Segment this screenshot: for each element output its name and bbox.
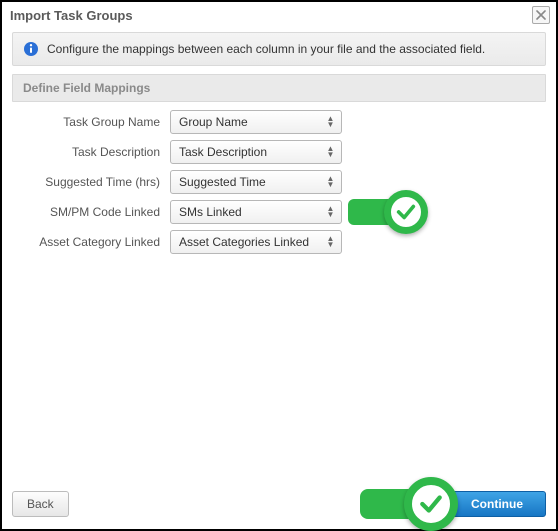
updown-icon: ▲▼ (325, 111, 336, 133)
updown-icon: ▲▼ (325, 141, 336, 163)
field-row-smpm-code-linked: SM/PM Code Linked SMs Linked ▲▼ (12, 200, 546, 224)
field-row-task-group-name: Task Group Name Group Name ▲▼ (12, 110, 546, 134)
check-icon (395, 201, 417, 223)
section-header: Define Field Mappings (12, 74, 546, 102)
field-row-asset-category-linked: Asset Category Linked Asset Categories L… (12, 230, 546, 254)
updown-icon: ▲▼ (325, 201, 336, 223)
select-value: Asset Categories Linked (179, 235, 309, 249)
updown-icon: ▲▼ (325, 171, 336, 193)
field-label: Asset Category Linked (12, 235, 170, 249)
info-bar: Configure the mappings between each colu… (12, 32, 546, 66)
info-text: Configure the mappings between each colu… (47, 42, 485, 56)
close-icon (536, 10, 546, 20)
select-asset-category-linked[interactable]: Asset Categories Linked ▲▼ (170, 230, 342, 254)
field-label: Task Description (12, 145, 170, 159)
button-bar: Back Continue (12, 491, 546, 517)
select-task-description[interactable]: Task Description ▲▼ (170, 140, 342, 164)
updown-icon: ▲▼ (325, 231, 336, 253)
back-button-label: Back (27, 497, 54, 511)
field-row-task-description: Task Description Task Description ▲▼ (12, 140, 546, 164)
select-value: Group Name (179, 115, 248, 129)
select-smpm-code-linked[interactable]: SMs Linked ▲▼ (170, 200, 342, 224)
annotation-check-2 (360, 477, 458, 531)
close-button[interactable] (532, 6, 550, 24)
info-icon (23, 41, 39, 57)
field-label: Suggested Time (hrs) (12, 175, 170, 189)
select-value: SMs Linked (179, 205, 242, 219)
annotation-check-1 (348, 190, 428, 234)
back-button[interactable]: Back (12, 491, 69, 517)
select-value: Task Description (179, 145, 267, 159)
select-suggested-time[interactable]: Suggested Time ▲▼ (170, 170, 342, 194)
continue-button[interactable]: Continue (448, 491, 546, 517)
select-value: Suggested Time (179, 175, 266, 189)
title-bar: Import Task Groups (2, 2, 556, 28)
dialog-title: Import Task Groups (10, 8, 133, 23)
field-label: SM/PM Code Linked (12, 205, 170, 219)
check-icon (418, 491, 444, 517)
dialog-content: Configure the mappings between each colu… (2, 28, 556, 527)
continue-button-label: Continue (471, 497, 523, 511)
field-label: Task Group Name (12, 115, 170, 129)
field-mappings: Task Group Name Group Name ▲▼ Task Descr… (12, 110, 546, 254)
import-dialog: Import Task Groups Configure the mapping… (0, 0, 558, 531)
select-task-group-name[interactable]: Group Name ▲▼ (170, 110, 342, 134)
field-row-suggested-time: Suggested Time (hrs) Suggested Time ▲▼ (12, 170, 546, 194)
